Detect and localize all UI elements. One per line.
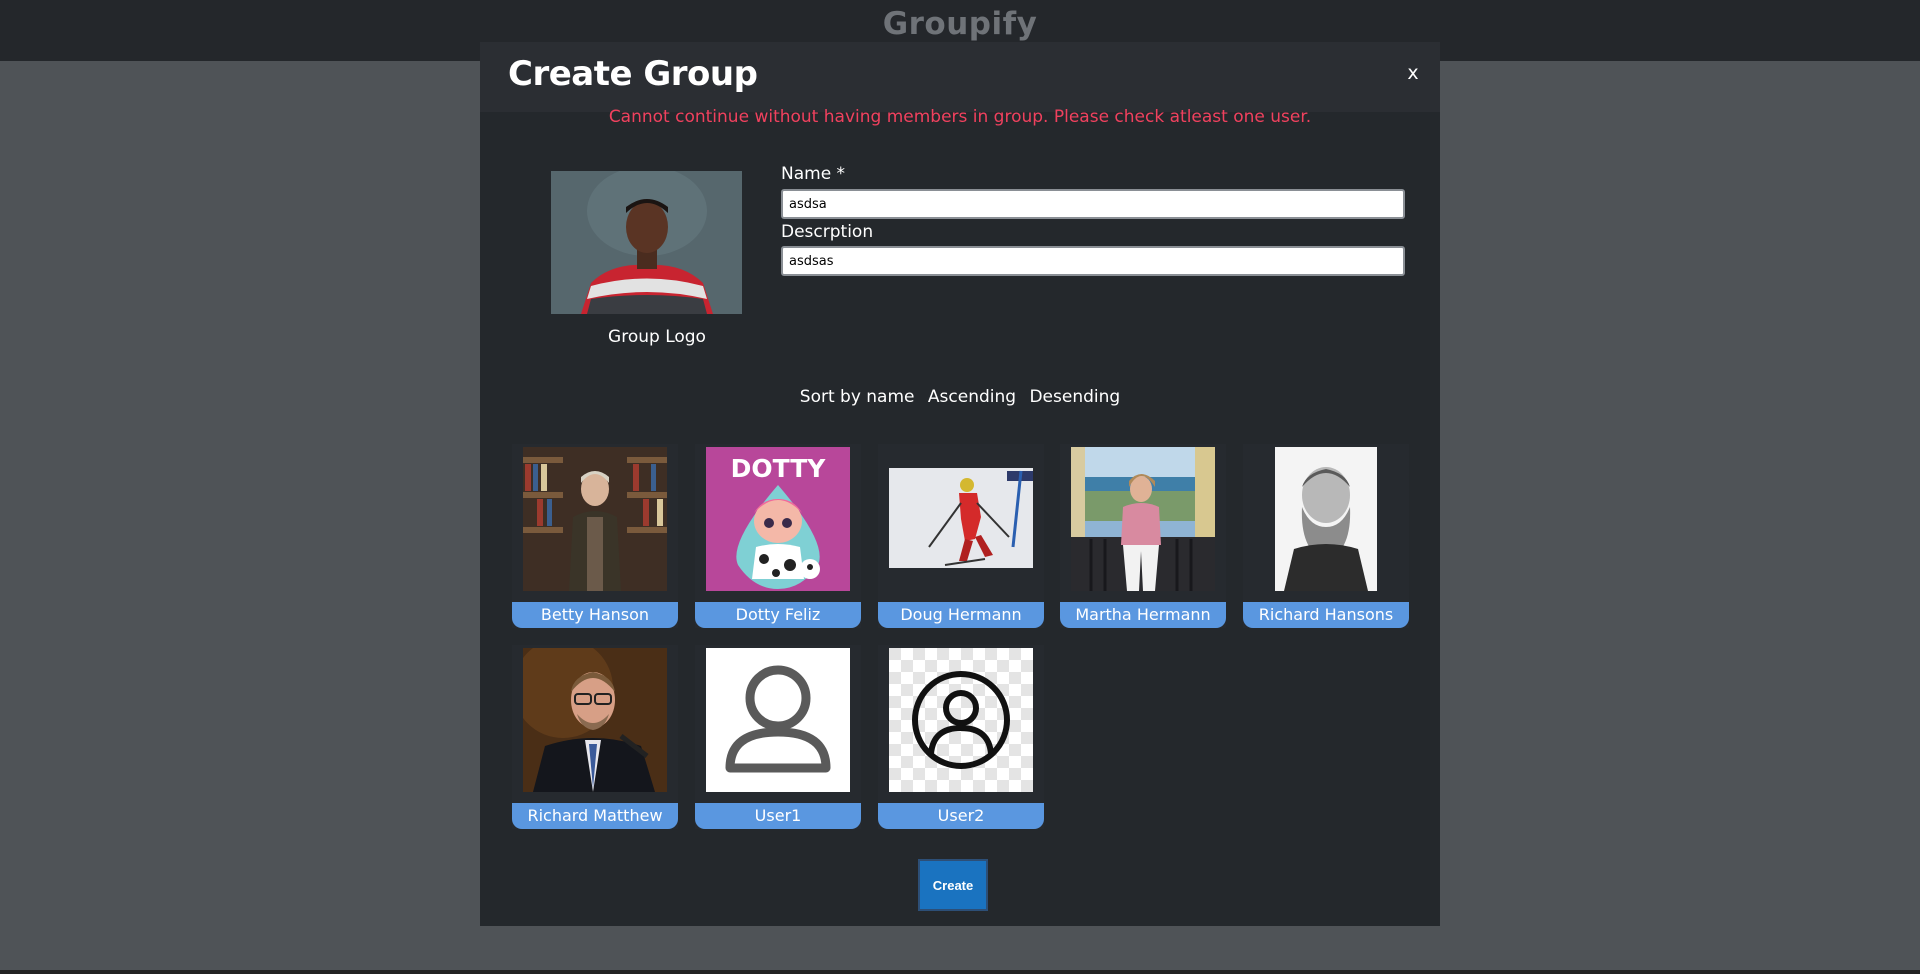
- create-button[interactable]: Create: [918, 859, 988, 911]
- member-photo: [889, 648, 1033, 792]
- member-name-tag[interactable]: Richard Hansons: [1243, 602, 1409, 628]
- group-logo-caption: Group Logo: [608, 327, 706, 347]
- member-card[interactable]: Richard Matthew: [512, 645, 678, 829]
- member-photo: [523, 648, 667, 792]
- member-name-tag[interactable]: User1: [695, 803, 861, 829]
- member-card[interactable]: User2: [878, 645, 1044, 829]
- member-card[interactable]: Martha Hermann: [1060, 444, 1226, 628]
- dotty-logo-text: DOTTY: [731, 454, 827, 483]
- app-title: Groupify: [882, 6, 1038, 42]
- member-card[interactable]: Betty Hanson: [512, 444, 678, 628]
- member-name-tag[interactable]: Dotty Feliz: [695, 602, 861, 628]
- member-photo: [1254, 447, 1398, 591]
- create-group-modal: Create Group x Cannot continue without h…: [480, 42, 1440, 926]
- bottom-border: [0, 970, 1920, 974]
- name-label: Name *: [781, 164, 846, 184]
- member-name-tag[interactable]: Doug Hermann: [878, 602, 1044, 628]
- error-message: Cannot continue without having members i…: [608, 107, 1312, 127]
- description-input[interactable]: [781, 246, 1405, 276]
- member-card[interactable]: Doug Hermann: [878, 444, 1044, 628]
- member-name-tag[interactable]: Martha Hermann: [1060, 602, 1226, 628]
- member-card[interactable]: DOTTY Dotty Feliz: [695, 444, 861, 628]
- member-photo: [523, 447, 667, 591]
- modal-header: Create Group x: [480, 42, 1440, 112]
- member-card[interactable]: Richard Hansons: [1243, 444, 1409, 628]
- member-photo: [889, 447, 1033, 591]
- member-name-tag[interactable]: Richard Matthew: [512, 803, 678, 829]
- description-label: Descrption: [781, 222, 874, 242]
- close-button[interactable]: x: [1400, 62, 1426, 90]
- sort-ascending-option[interactable]: Ascending: [928, 387, 1016, 407]
- member-name-tag[interactable]: Betty Hanson: [512, 602, 678, 628]
- sort-label: Sort by name: [799, 387, 915, 407]
- name-input[interactable]: [781, 189, 1405, 219]
- sort-controls: Sort by name Ascending Desending: [480, 387, 1440, 407]
- modal-title: Create Group: [508, 54, 758, 94]
- member-card[interactable]: User1: [695, 645, 861, 829]
- member-photo: DOTTY: [706, 447, 850, 591]
- group-logo-image[interactable]: [551, 171, 742, 314]
- member-photo: [706, 648, 850, 792]
- member-name-tag[interactable]: User2: [878, 803, 1044, 829]
- member-photo: [1071, 447, 1215, 591]
- group-logo-photo: [551, 171, 742, 314]
- sort-descending-option[interactable]: Desending: [1029, 387, 1120, 407]
